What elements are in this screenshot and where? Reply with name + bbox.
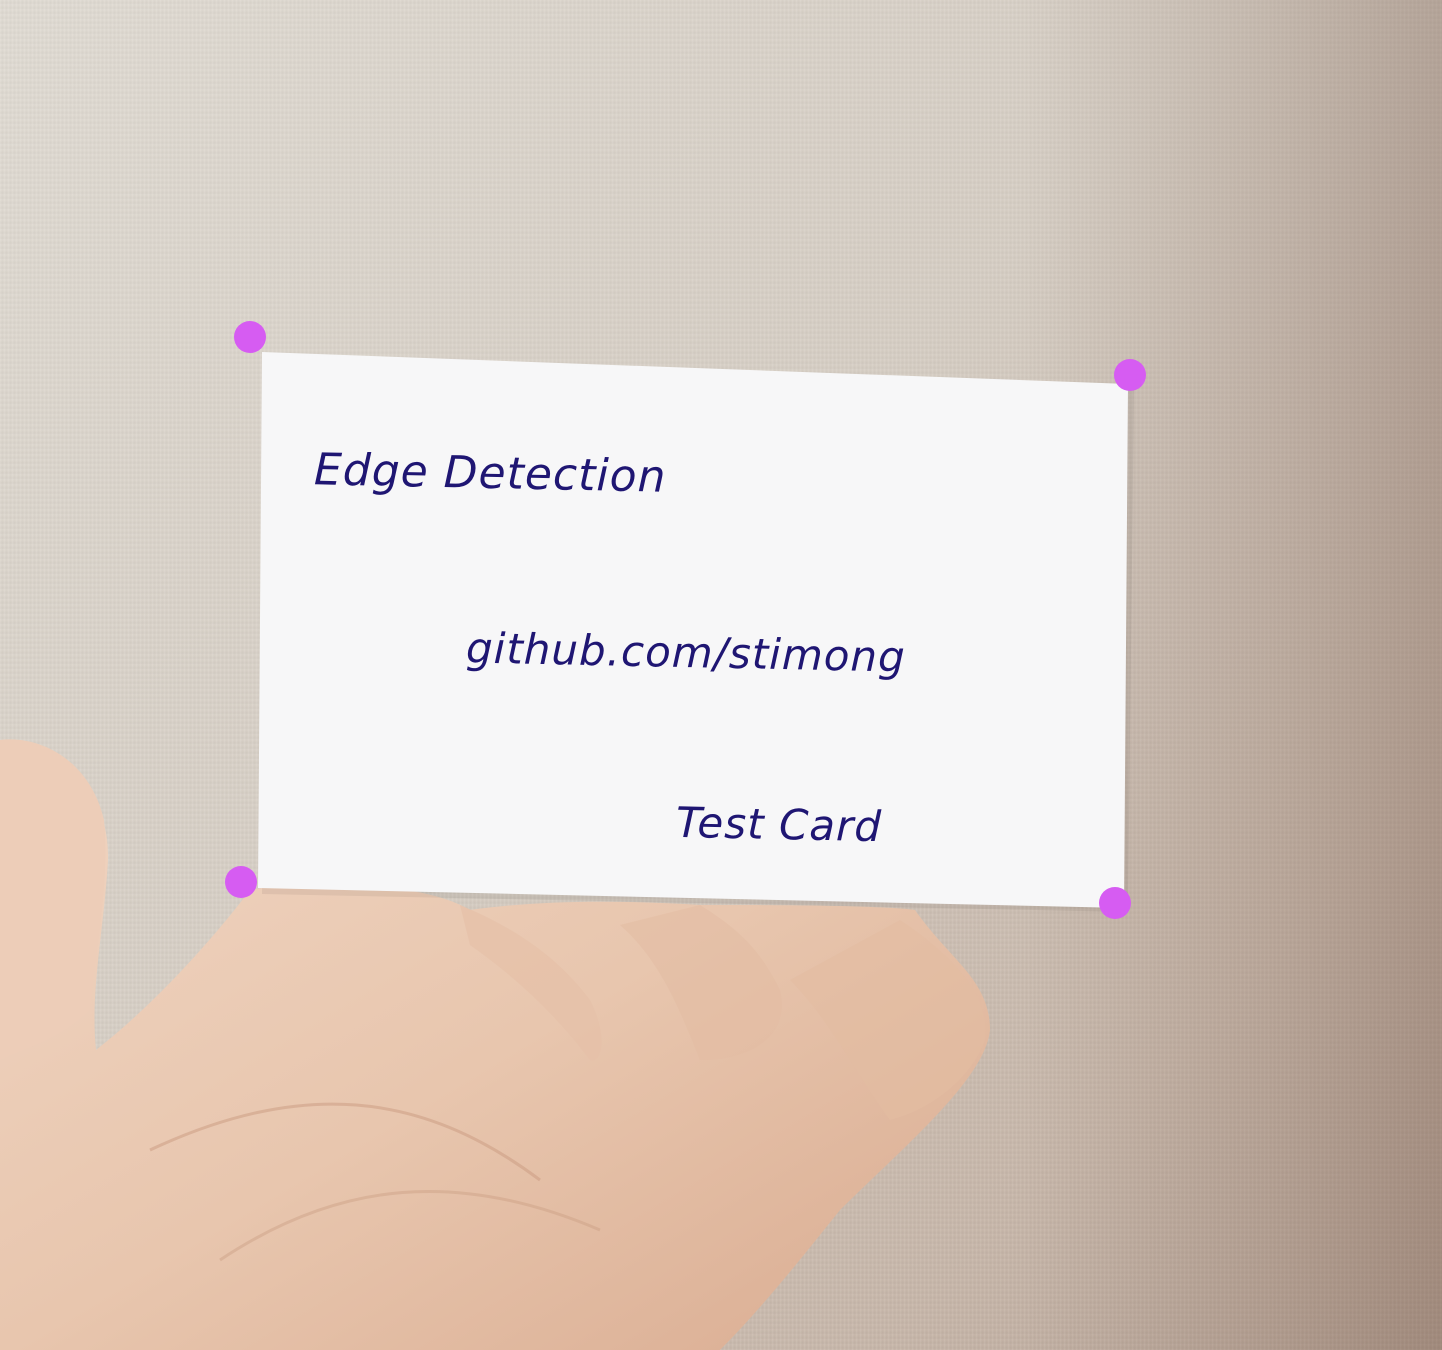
corner-marker-top-right[interactable] — [1114, 359, 1146, 391]
corner-marker-bottom-left[interactable] — [225, 866, 257, 898]
card-url: github.com/stimong — [465, 623, 907, 682]
corner-marker-bottom-right[interactable] — [1099, 887, 1131, 919]
card-title: Edge Detection — [313, 444, 667, 503]
camera-view: Edge Detection github.com/stimong Test C… — [0, 0, 1442, 1350]
card-subtitle: Test Card — [675, 797, 883, 852]
corner-marker-top-left[interactable] — [234, 321, 266, 353]
